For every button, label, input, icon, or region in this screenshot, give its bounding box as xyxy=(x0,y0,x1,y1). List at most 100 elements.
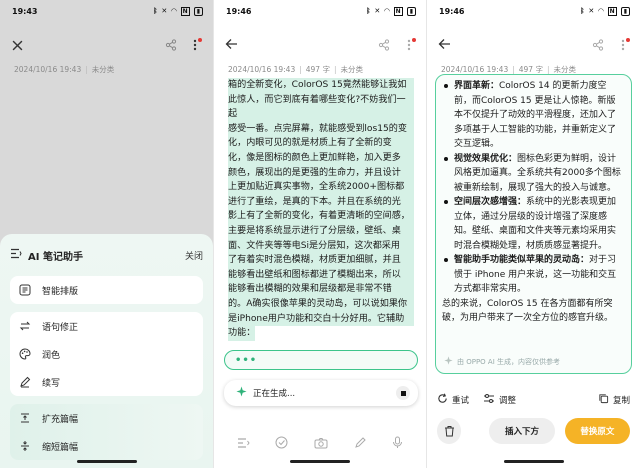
generating-status: 正在生成... xyxy=(224,380,418,406)
refresh-icon xyxy=(437,393,448,407)
top-bar xyxy=(427,32,640,56)
text-line: 此惊人，而它到底有着哪些变化?不妨我们一起 xyxy=(228,92,414,122)
close-icon[interactable] xyxy=(10,38,24,52)
text-line: 能够看出壁纸和图标都进了模糊出来，所以 xyxy=(228,267,414,283)
microphone-icon[interactable] xyxy=(392,434,403,453)
bullet-item: 空间层次感增强：系统中的光影表现更加 立体，通过分层级的设计增强了深度感 知。壁… xyxy=(442,195,625,253)
adjust-button[interactable]: 调整 xyxy=(483,393,516,407)
loading-dots-icon: ••• xyxy=(235,355,258,366)
text-line: 主要是将系统显示进行了分层级，壁纸、桌 xyxy=(228,223,414,239)
menu-item-shorten[interactable]: 缩短篇幅 xyxy=(10,432,203,460)
top-bar xyxy=(214,32,426,56)
wifi-icon: ◠ xyxy=(598,7,604,15)
bullet-item: 智能助手功能类似苹果的灵动岛：对于习 惯于 iPhone 用户来说，这一功能和交… xyxy=(442,253,625,297)
text-line: 化，内眼可见的就是材质上有了全新的变 xyxy=(228,136,414,151)
delete-button[interactable] xyxy=(437,418,462,444)
panel-ai-result: 19:46 ᛒ ✕ ◠ N ▮ 2024/10/16 19:43 | 497 字 | 未… xyxy=(427,0,640,468)
copy-button[interactable]: 复制 xyxy=(598,393,630,407)
notification-dot xyxy=(412,38,416,42)
back-arrow-icon[interactable] xyxy=(437,37,451,51)
pen-icon xyxy=(18,375,32,389)
menu-group-edit: 语句修正 润色 续写 xyxy=(10,312,203,396)
ai-result-text: 界面革新：ColorOS 14 的更新力度空 前，而ColorOS 15 更是让… xyxy=(442,79,625,326)
text-line: 感受一番。点完屏幕，就能感受到los15的变 xyxy=(228,121,414,137)
status-time: 19:46 xyxy=(226,6,252,16)
more-icon[interactable] xyxy=(618,38,630,52)
menu-item-polish[interactable]: 润色 xyxy=(10,340,203,368)
ai-logo-icon xyxy=(444,356,453,367)
menu-item-sentence-fix[interactable]: 语句修正 xyxy=(10,312,203,340)
summary-text: 总的来说，ColorOS 15 在各方面都有所突 破，为用户带来了一次全方位的感… xyxy=(442,298,614,324)
bluetooth-icon: ᛒ xyxy=(580,7,585,15)
status-bar: 19:46 ᛒ ✕ ◠ N ▮ xyxy=(214,0,426,22)
note-date: 2024/10/16 19:43 xyxy=(14,65,82,74)
bluetooth-icon: ᛒ xyxy=(153,7,158,15)
status-bar: 19:43 ᛒ ✕ ◠ N ▮ xyxy=(0,0,213,22)
home-indicator[interactable] xyxy=(503,460,564,463)
text-line: 影上有了全新的变化，有着更清晰的空间感， xyxy=(228,209,414,224)
notification-dot xyxy=(626,38,630,42)
word-count: 497 字 xyxy=(518,65,543,74)
trash-icon xyxy=(444,422,455,441)
note-category: 未分类 xyxy=(553,65,577,74)
text-line: 的。A确实很像苹果的灵动岛，可以说如果你 xyxy=(228,296,414,312)
generating-label: 正在生成... xyxy=(253,389,296,399)
text-line: 能够看出模糊的效果和层级都是非常不错 xyxy=(228,282,414,297)
panel-ai-assistant: 19:43 ᛒ ✕ ◠ N ▮ 2024/10/16 19:43 | 未分类 A… xyxy=(0,0,213,468)
text-line: 化，像是图标的颜色上更加鲜艳，加入更多 xyxy=(228,150,414,166)
text-line: 了有着实时混色模糊，材质更加细腻，并且 xyxy=(228,253,414,268)
note-category: 未分类 xyxy=(91,65,115,74)
panel-generating: 19:46 ᛒ ✕ ◠ N ▮ 2024/10/16 19:43 | 497 字 | 未… xyxy=(214,0,426,468)
menu-item-smart-layout[interactable]: 智能排版 xyxy=(10,276,203,304)
mute-icon: ✕ xyxy=(588,7,595,15)
insert-below-button[interactable]: 插入下方 xyxy=(489,418,555,444)
share-icon[interactable] xyxy=(591,38,605,52)
handwriting-icon[interactable] xyxy=(354,434,367,453)
nfc-icon: N xyxy=(607,6,617,16)
nfc-icon: N xyxy=(393,6,403,16)
status-bar: 19:46 ᛒ ✕ ◠ N ▮ xyxy=(427,0,640,22)
ai-assistant-sheet: AI 笔记助手 关闭 智能排版 语句修正 润色 续写 扩充篇幅 缩短篇幅 xyxy=(0,234,213,468)
stop-icon xyxy=(400,390,406,396)
bullet-item: 视觉效果优化：图标色彩更为鲜明，设计 风格更加逼真。全系统共有2000多个图标 … xyxy=(442,152,625,196)
sparkle-icon xyxy=(236,386,247,400)
layout-icon xyxy=(18,283,32,297)
checklist-icon[interactable] xyxy=(275,434,288,453)
battery-icon: ▮ xyxy=(620,6,630,16)
menu-item-expand[interactable]: 扩充篇幅 xyxy=(10,404,203,432)
share-icon[interactable] xyxy=(377,38,391,52)
text-line: 是iPhone用户功能和交白十分好用。它辅助 xyxy=(228,311,414,327)
status-time: 19:46 xyxy=(439,6,465,16)
text-line: 上更加贴近真实事物，全系统2000+图标都 xyxy=(228,180,414,195)
share-icon[interactable] xyxy=(164,38,178,52)
back-arrow-icon[interactable] xyxy=(224,37,238,51)
menu-item-continue[interactable]: 续写 xyxy=(10,368,203,396)
bluetooth-icon: ᛒ xyxy=(366,7,371,15)
battery-icon: ▮ xyxy=(406,6,416,16)
note-body[interactable]: 箱的全新变化，ColorOS 15竟然能够让我如 此惊人，而它到底有着哪些变化?… xyxy=(228,78,414,341)
shorten-icon xyxy=(18,439,32,453)
ai-format-icon[interactable] xyxy=(237,434,250,453)
result-actions: 重试 调整 复制 xyxy=(437,392,630,408)
camera-icon[interactable] xyxy=(314,434,328,453)
text-line: 进行了重绘，是真的下本。并且在系统的光 xyxy=(228,194,414,210)
stop-button[interactable] xyxy=(396,386,410,400)
replace-original-button[interactable]: 替换原文 xyxy=(564,418,630,444)
sheet-title: AI 笔记助手 xyxy=(28,251,83,263)
ai-result-box[interactable]: 界面革新：ColorOS 14 的更新力度空 前，而ColorOS 15 更是让… xyxy=(435,74,632,374)
home-indicator[interactable] xyxy=(290,460,350,463)
more-icon[interactable] xyxy=(404,38,416,52)
ai-assistant-icon xyxy=(10,248,22,262)
ai-disclaimer: 由 OPPO AI 生成，内容仅供参考 xyxy=(444,356,560,367)
bullet-item: 界面革新：ColorOS 14 的更新力度空 前，而ColorOS 15 更是让… xyxy=(442,79,625,152)
palette-icon xyxy=(18,347,32,361)
more-icon[interactable] xyxy=(190,38,202,52)
retry-button[interactable]: 重试 xyxy=(437,393,469,407)
note-meta: 2024/10/16 19:43 | 未分类 xyxy=(14,65,115,74)
close-button[interactable]: 关闭 xyxy=(185,249,203,262)
home-indicator[interactable] xyxy=(76,460,137,463)
result-bottom-bar: 插入下方 替换原文 xyxy=(437,418,630,444)
wifi-icon: ◠ xyxy=(384,7,390,15)
note-category: 未分类 xyxy=(340,65,364,74)
top-bar xyxy=(0,32,213,56)
